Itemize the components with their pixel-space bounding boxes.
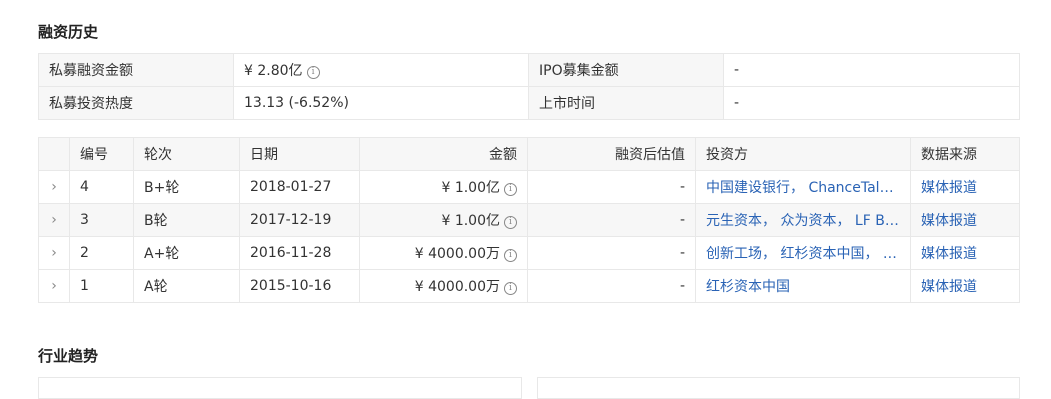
column-header-source: 数据来源 bbox=[910, 137, 1020, 171]
round-source-link[interactable]: 媒体报道 bbox=[910, 269, 1020, 303]
round-source-link[interactable]: 媒体报道 bbox=[910, 170, 1020, 204]
info-icon[interactable]: i bbox=[504, 282, 517, 295]
round-no: 1 bbox=[69, 269, 134, 303]
ipo-amount-value: - bbox=[723, 53, 1020, 87]
round-source-link[interactable]: 媒体报道 bbox=[910, 203, 1020, 237]
round-no: 4 bbox=[69, 170, 134, 204]
info-icon[interactable]: i bbox=[504, 183, 517, 196]
round-source-link[interactable]: 媒体报道 bbox=[910, 236, 1020, 270]
expand-row-icon[interactable]: › bbox=[38, 269, 70, 303]
private-amount-label: 私募融资金额 bbox=[38, 53, 234, 87]
round-investors-link[interactable]: 红杉资本中国 bbox=[695, 269, 911, 303]
round-amount: ¥ 4000.00万 bbox=[414, 246, 500, 262]
column-header-date: 日期 bbox=[239, 137, 360, 171]
round-valuation: - bbox=[527, 203, 696, 237]
expand-row-icon[interactable]: › bbox=[38, 236, 70, 270]
trend-chart-panel-right bbox=[537, 377, 1020, 399]
expand-row-icon[interactable]: › bbox=[38, 203, 70, 237]
private-amount-value: ¥ 2.80亿 bbox=[244, 63, 303, 79]
round-valuation: - bbox=[527, 269, 696, 303]
round-name: A轮 bbox=[133, 269, 240, 303]
table-row: › 3 B轮 2017-12-19 ¥ 1.00亿 i - 元生资本， 众为资本，… bbox=[38, 203, 1020, 237]
round-investors-link[interactable]: 中国建设银行， ChanceTale… bbox=[695, 170, 911, 204]
round-amount: ¥ 4000.00万 bbox=[414, 279, 500, 295]
info-icon[interactable]: i bbox=[504, 216, 517, 229]
trend-chart-panel-left bbox=[38, 377, 522, 399]
investment-heat-label: 私募投资热度 bbox=[38, 86, 234, 120]
ipo-amount-label: IPO募集金额 bbox=[528, 53, 724, 87]
table-row: › 1 A轮 2015-10-16 ¥ 4000.00万 i - 红杉资本中国 媒… bbox=[38, 269, 1020, 303]
round-valuation: - bbox=[527, 170, 696, 204]
financing-history-title: 融资历史 bbox=[38, 23, 99, 41]
round-no: 2 bbox=[69, 236, 134, 270]
round-name: A+轮 bbox=[133, 236, 240, 270]
private-amount-cell: ¥ 2.80亿 i bbox=[233, 53, 529, 87]
round-investors-link[interactable]: 创新工场， 红杉资本中国， … bbox=[695, 236, 911, 270]
listing-time-label: 上市时间 bbox=[528, 86, 724, 120]
round-no: 3 bbox=[69, 203, 134, 237]
round-amount-cell: ¥ 4000.00万 i bbox=[359, 269, 528, 303]
round-amount: ¥ 1.00亿 bbox=[441, 180, 500, 196]
round-date: 2015-10-16 bbox=[239, 269, 360, 303]
table-row: › 4 B+轮 2018-01-27 ¥ 1.00亿 i - 中国建设银行， Ch… bbox=[38, 170, 1020, 204]
financing-summary-table: 私募融资金额 ¥ 2.80亿 i IPO募集金额 - 私募投资热度 13.13 (… bbox=[38, 53, 1020, 120]
round-amount-cell: ¥ 1.00亿 i bbox=[359, 170, 528, 204]
column-header-round: 轮次 bbox=[133, 137, 240, 171]
column-header-valuation: 融资后估值 bbox=[527, 137, 696, 171]
info-icon[interactable]: i bbox=[504, 249, 517, 262]
info-icon[interactable]: i bbox=[306, 66, 320, 79]
round-valuation: - bbox=[527, 236, 696, 270]
round-amount: ¥ 1.00亿 bbox=[441, 213, 500, 229]
expand-row-icon[interactable]: › bbox=[38, 170, 70, 204]
round-investors-link[interactable]: 元生资本， 众为资本， LF Be… bbox=[695, 203, 911, 237]
round-date: 2016-11-28 bbox=[239, 236, 360, 270]
expand-column-header bbox=[38, 137, 70, 171]
table-header-row: 编号 轮次 日期 金额 融资后估值 投资方 数据来源 bbox=[38, 137, 1020, 171]
financing-rounds-table: 编号 轮次 日期 金额 融资后估值 投资方 数据来源 › 4 B+轮 2018-… bbox=[38, 137, 1020, 303]
column-header-amount: 金额 bbox=[359, 137, 528, 171]
column-header-no: 编号 bbox=[69, 137, 134, 171]
round-amount-cell: ¥ 4000.00万 i bbox=[359, 236, 528, 270]
column-header-investors: 投资方 bbox=[695, 137, 911, 171]
listing-time-value: - bbox=[723, 86, 1020, 120]
round-amount-cell: ¥ 1.00亿 i bbox=[359, 203, 528, 237]
investment-heat-value: 13.13 (-6.52%) bbox=[233, 86, 529, 120]
summary-row: 私募融资金额 ¥ 2.80亿 i IPO募集金额 - bbox=[38, 53, 1020, 87]
round-name: B+轮 bbox=[133, 170, 240, 204]
round-date: 2017-12-19 bbox=[239, 203, 360, 237]
summary-row: 私募投资热度 13.13 (-6.52%) 上市时间 - bbox=[38, 86, 1020, 120]
round-date: 2018-01-27 bbox=[239, 170, 360, 204]
table-row: › 2 A+轮 2016-11-28 ¥ 4000.00万 i - 创新工场， 红… bbox=[38, 236, 1020, 270]
industry-trend-title: 行业趋势 bbox=[38, 347, 99, 365]
round-name: B轮 bbox=[133, 203, 240, 237]
